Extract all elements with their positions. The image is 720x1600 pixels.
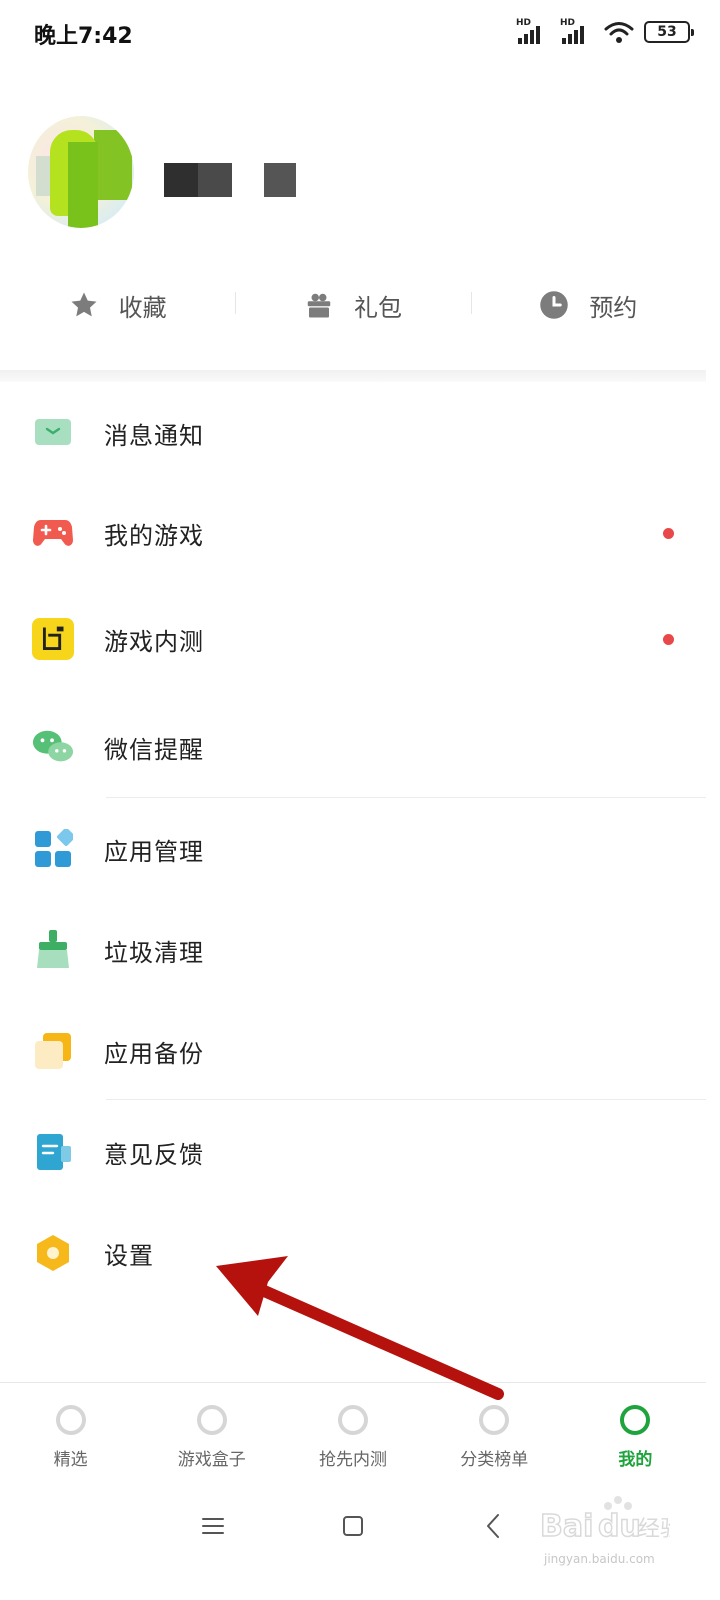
- menu-item-label: 我的游戏: [104, 522, 204, 550]
- menu-item-app-management[interactable]: 应用管理: [0, 798, 706, 898]
- nav-tab-label: 精选: [53, 1450, 88, 1470]
- svg-text:Bai: Bai: [540, 1509, 593, 1544]
- featured-icon: [55, 1405, 86, 1435]
- menu-item-label: 微信提醒: [104, 736, 204, 764]
- category-ranking-icon: [479, 1405, 510, 1435]
- menu-item-label: 设置: [104, 1242, 154, 1270]
- username-redacted[interactable]: [198, 163, 232, 197]
- nav-tab-category-ranking[interactable]: 分类榜单: [424, 1383, 565, 1482]
- wechat-icon: [32, 726, 74, 768]
- early-access-icon: [338, 1405, 368, 1435]
- settings-icon: [32, 1232, 74, 1274]
- message-icon: [32, 412, 74, 454]
- menu-item-wechat-reminder[interactable]: 微信提醒: [0, 696, 706, 796]
- nav-tab-label: 我的: [618, 1450, 653, 1470]
- nav-tab-early-access[interactable]: 抢先内测: [282, 1383, 423, 1482]
- home-icon[interactable]: [338, 1511, 368, 1541]
- feedback-icon: [32, 1131, 74, 1173]
- avatar[interactable]: [28, 116, 134, 228]
- broom-icon: [32, 929, 74, 971]
- menu-item-label: 消息通知: [104, 422, 204, 450]
- nav-tab-label: 分类榜单: [460, 1450, 529, 1470]
- menu-item-label: 意见反馈: [104, 1141, 204, 1169]
- status-icons: HD HD 53: [516, 16, 694, 48]
- menu-item-game-beta[interactable]: 游戏内测: [0, 588, 706, 688]
- menu-item-label: 垃圾清理: [104, 939, 204, 967]
- nav-tab-label: 游戏盒子: [177, 1450, 246, 1470]
- menu-item-app-backup[interactable]: 应用备份: [0, 1000, 706, 1100]
- wifi-icon: [604, 22, 634, 43]
- clock-icon: [539, 290, 569, 320]
- back-icon[interactable]: [478, 1511, 508, 1541]
- nav-tab-game-box[interactable]: 游戏盒子: [141, 1383, 282, 1482]
- menu-item-label: 应用管理: [104, 838, 204, 866]
- menu-item-settings[interactable]: 设置: [0, 1202, 706, 1302]
- mine-icon: [620, 1405, 651, 1435]
- nav-tab-label: 抢先内测: [319, 1450, 387, 1470]
- svg-text:du: du: [598, 1509, 641, 1544]
- nav-tab-featured[interactable]: 精选: [0, 1383, 141, 1482]
- reservation-button[interactable]: 预约: [470, 270, 706, 340]
- menu-icon[interactable]: [198, 1511, 228, 1541]
- signal-icon: HD: [560, 18, 594, 46]
- game-box-icon: [196, 1405, 227, 1435]
- username-redacted[interactable]: [164, 163, 198, 197]
- gamepad-icon: [32, 512, 74, 554]
- menu-item-feedback[interactable]: 意见反馈: [0, 1101, 706, 1201]
- section-divider: [0, 370, 706, 382]
- star-icon: [69, 290, 99, 320]
- reservation-label: 预约: [589, 293, 638, 322]
- svg-text:经验: 经验: [638, 1517, 670, 1542]
- menu-item-label: 游戏内测: [104, 628, 204, 656]
- menu-item-notifications[interactable]: 消息通知: [0, 382, 706, 482]
- gift-pack-label: 礼包: [353, 293, 402, 322]
- battery-icon: 53: [644, 21, 694, 43]
- menu-item-junk-cleanup[interactable]: 垃圾清理: [0, 899, 706, 999]
- menu-item-label: 应用备份: [104, 1040, 204, 1068]
- gift-pack-button[interactable]: 礼包: [235, 270, 470, 340]
- nav-tab-mine[interactable]: 我的: [565, 1383, 706, 1482]
- status-time: 晚上7:42: [34, 24, 133, 49]
- baidu-logo: Bai du 经验: [540, 1496, 670, 1545]
- battery-level: 53: [657, 24, 677, 40]
- bottom-nav: 精选 游戏盒子 抢先内测 分类榜单 我的: [0, 1382, 706, 1482]
- beta-test-icon: [32, 618, 74, 660]
- notification-dot: [663, 634, 674, 645]
- baidu-jingyan-watermark: Bai du 经验 jingyan.baidu.com: [540, 1492, 710, 1578]
- backup-icon: [32, 1030, 74, 1072]
- app-manage-icon: [32, 828, 74, 870]
- watermark-url: jingyan.baidu.com: [544, 1552, 655, 1566]
- signal-icon: HD: [516, 18, 550, 46]
- quick-actions: 收藏 礼包 预约: [0, 270, 706, 340]
- favorites-button[interactable]: 收藏: [0, 270, 235, 340]
- username-redacted[interactable]: [264, 163, 296, 197]
- list-divider: [106, 1099, 706, 1100]
- notification-dot: [663, 528, 674, 539]
- menu-item-my-games[interactable]: 我的游戏: [0, 482, 706, 582]
- favorites-label: 收藏: [118, 293, 167, 322]
- gift-icon: [304, 290, 334, 320]
- status-bar: 晚上7:42 HD HD 53: [0, 0, 720, 64]
